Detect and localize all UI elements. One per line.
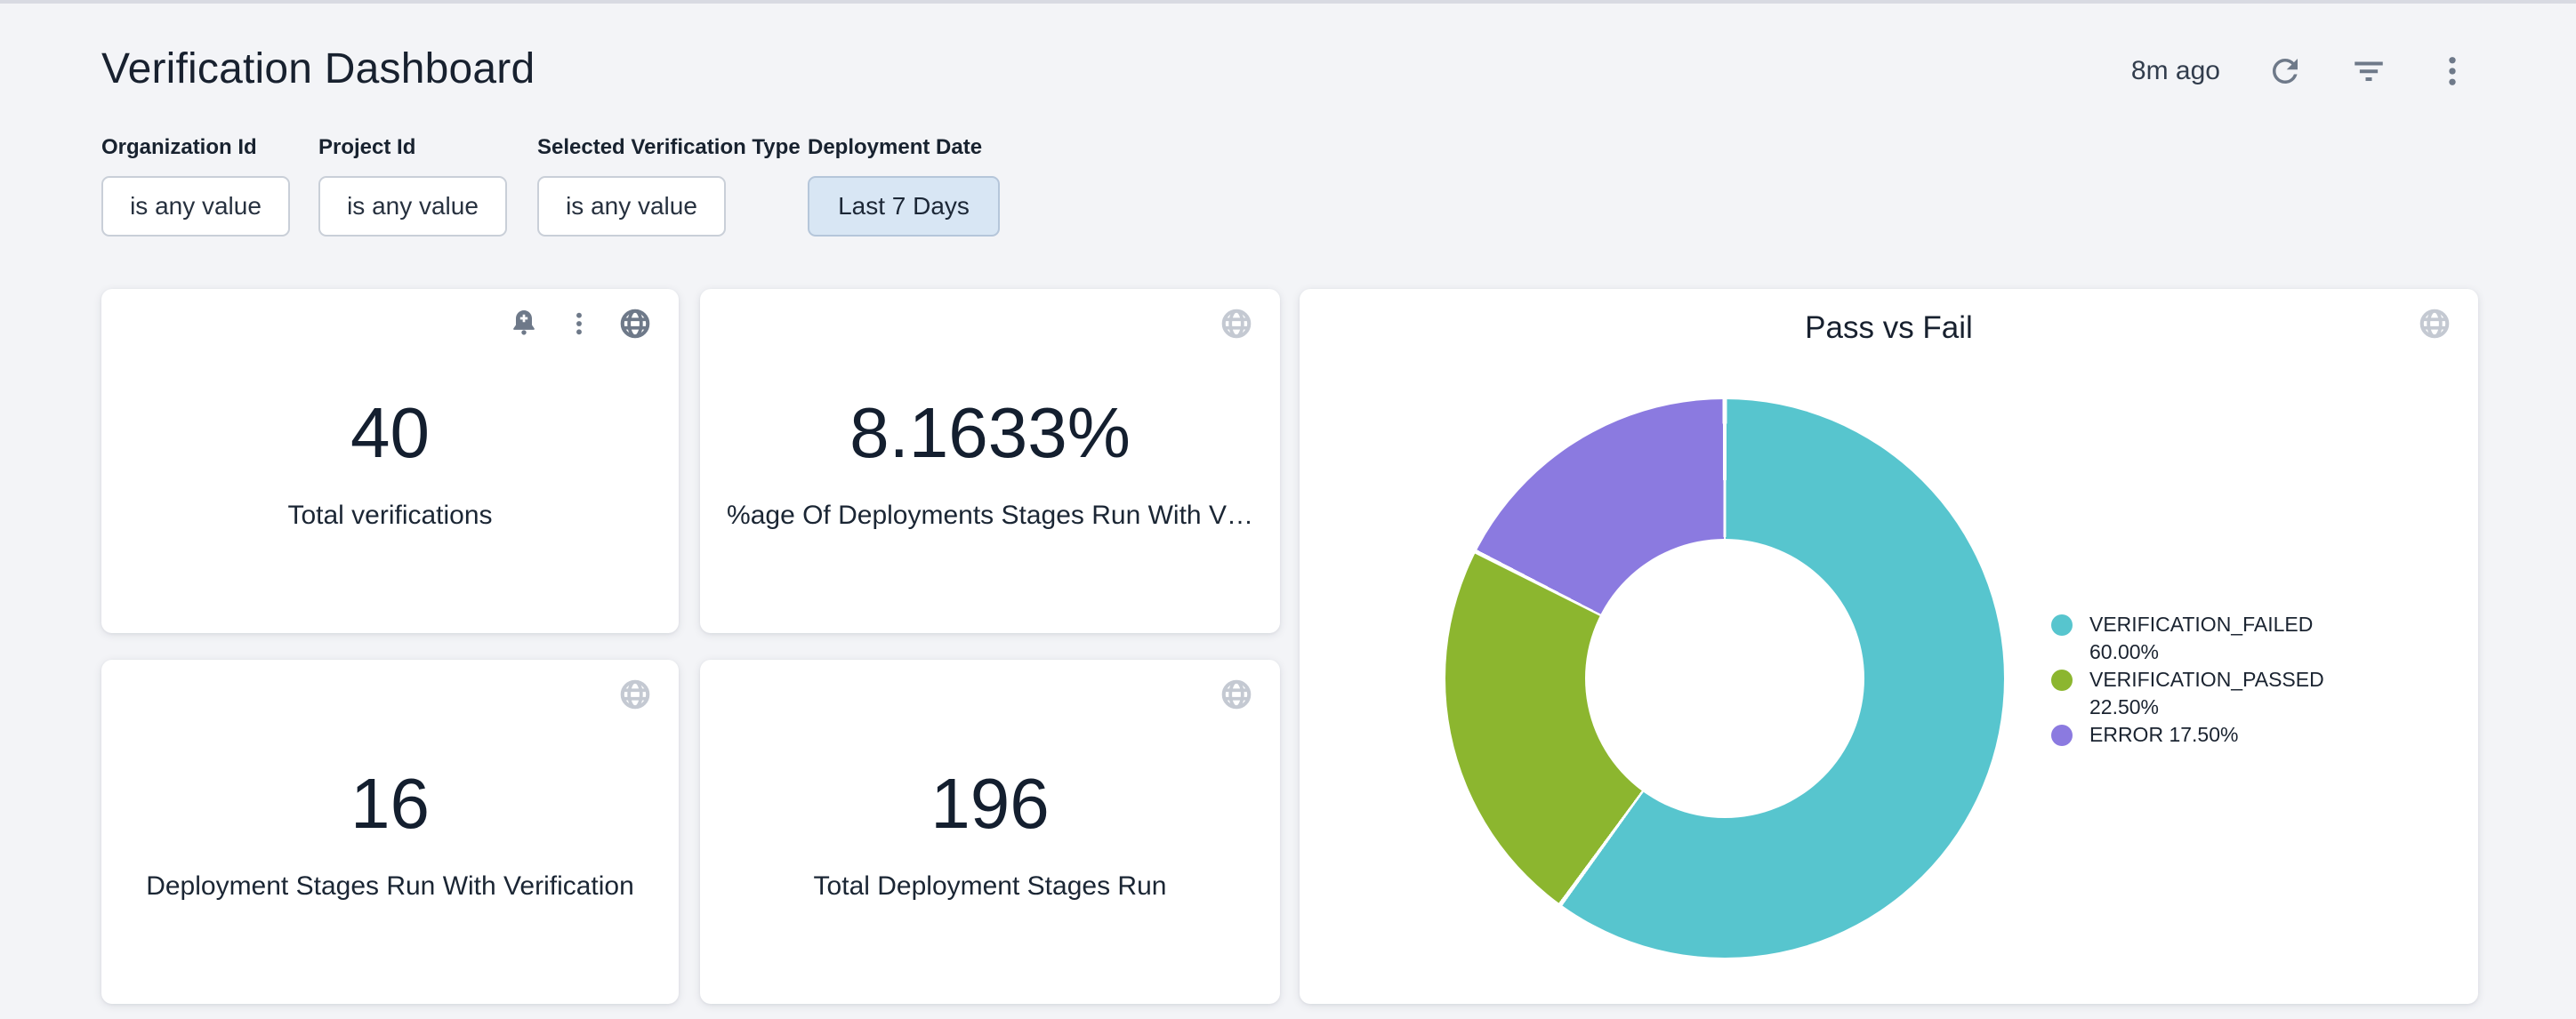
stat-label: Total Deployment Stages Run [718, 871, 1262, 902]
tile-hover-actions [508, 307, 652, 341]
filter-label-organization-id: Organization Id [101, 135, 257, 160]
page-title: Verification Dashboard [101, 44, 535, 93]
legend-dot [2051, 614, 2073, 636]
legend-item-verification-failed[interactable]: VERIFICATION_FAILED 60.00% [2051, 611, 2354, 666]
legend-label: VERIFICATION_PASSED 22.50% [2089, 666, 2354, 721]
pass-vs-fail-chart-card: Pass vs Fail VERIFICATION_FAILED 60.00% … [1300, 289, 2478, 1004]
stat-label: Deployment Stages Run With Verification [119, 871, 661, 902]
tile-pct-stages-with-verification: 8.1633% %age Of Deployments Stages Run W… [700, 289, 1280, 633]
chart-title: Pass vs Fail [1300, 310, 2478, 346]
filter-value-verification-type[interactable]: is any value [537, 176, 726, 237]
tile-hover-actions [1220, 678, 1253, 711]
tile-stages-run-with-verification: 16 Deployment Stages Run With Verificati… [101, 660, 679, 1004]
legend-dot [2051, 670, 2073, 691]
tile-total-stages-run: 196 Total Deployment Stages Run [700, 660, 1280, 1004]
stat-label: Total verifications [119, 501, 661, 531]
globe-icon[interactable] [1220, 678, 1253, 711]
window-top-border [0, 0, 2576, 4]
bell-plus-icon[interactable] [508, 308, 540, 340]
globe-icon[interactable] [1220, 307, 1253, 341]
legend-item-error[interactable]: ERROR 17.50% [2051, 721, 2354, 749]
tile-hover-actions [2418, 307, 2451, 341]
refresh-icon[interactable] [2266, 52, 2304, 90]
last-refresh-text: 8m ago [2131, 56, 2220, 86]
kebab-icon[interactable] [2434, 52, 2471, 90]
tile-hover-actions [1220, 307, 1253, 341]
filter-value-deployment-date[interactable]: Last 7 Days [808, 176, 1000, 237]
legend-item-verification-passed[interactable]: VERIFICATION_PASSED 22.50% [2051, 666, 2354, 721]
filter-label-deployment-date: Deployment Date [808, 135, 982, 160]
tile-hover-actions [618, 678, 652, 711]
globe-icon[interactable] [618, 678, 652, 711]
stat-value: 16 [101, 763, 679, 845]
filter-label-project-id: Project Id [318, 135, 415, 160]
filter-icon[interactable] [2350, 52, 2387, 90]
legend-dot [2051, 725, 2073, 746]
filter-label-verification-type: Selected Verification Type [537, 135, 801, 160]
dashboard-header-actions: 8m ago [2131, 50, 2471, 92]
stat-value: 196 [700, 763, 1280, 845]
filter-value-project-id[interactable]: is any value [318, 176, 507, 237]
globe-icon[interactable] [2418, 307, 2451, 341]
stat-label: %age Of Deployments Stages Run With V… [718, 501, 1262, 531]
chart-legend: VERIFICATION_FAILED 60.00% VERIFICATION_… [2051, 611, 2354, 749]
filter-value-organization-id[interactable]: is any value [101, 176, 290, 237]
kebab-icon[interactable] [565, 309, 593, 338]
legend-label: ERROR 17.50% [2089, 721, 2238, 749]
donut-chart[interactable] [1445, 399, 2004, 958]
stat-value: 8.1633% [700, 392, 1280, 474]
stat-value: 40 [101, 392, 679, 474]
globe-icon[interactable] [618, 307, 652, 341]
legend-label: VERIFICATION_FAILED 60.00% [2089, 611, 2354, 666]
tile-total-verifications: 40 Total verifications [101, 289, 679, 633]
donut-hole [1585, 539, 1864, 818]
